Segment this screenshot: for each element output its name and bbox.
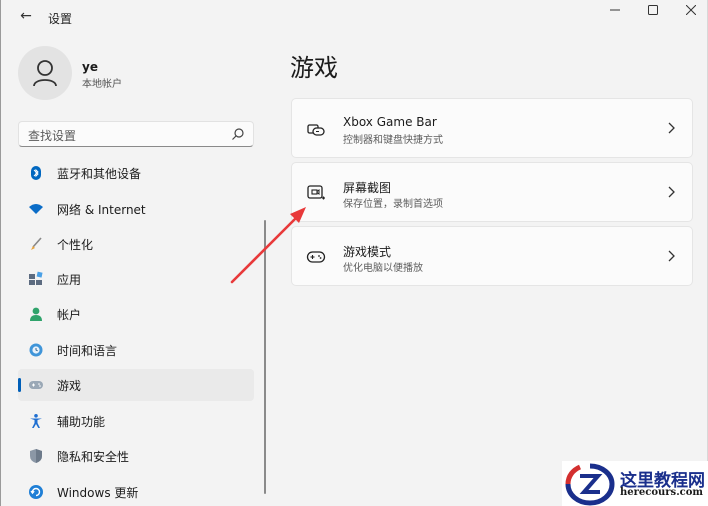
watermark: 这里教程网 herecours.com (562, 461, 708, 506)
watermark-logo-icon (565, 463, 615, 506)
watermark-url: herecours.com (620, 487, 704, 498)
annotation-arrow (230, 207, 306, 284)
